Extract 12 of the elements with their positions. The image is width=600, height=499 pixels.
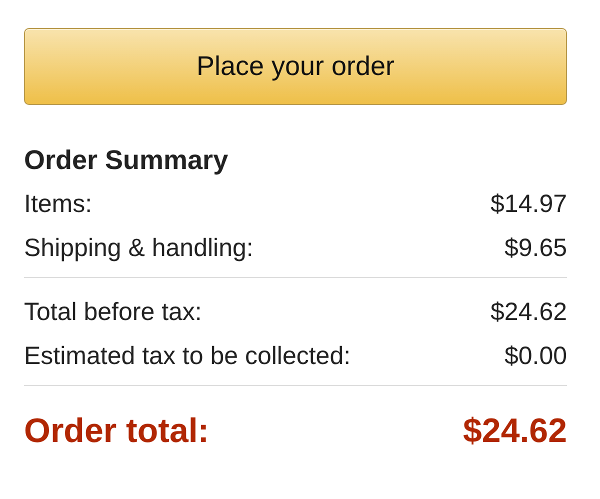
- line-amount: $9.65: [504, 234, 567, 263]
- line-amount: $0.00: [504, 342, 567, 371]
- line-amount: $24.62: [490, 298, 567, 327]
- line-label: Total before tax:: [24, 298, 202, 327]
- line-label: Shipping & handling:: [24, 234, 254, 263]
- summary-title: Order Summary: [24, 145, 230, 176]
- place-order-button[interactable]: Place your order: [24, 28, 567, 105]
- total-label: Order total:: [24, 412, 210, 451]
- line-label: Items:: [24, 190, 92, 219]
- total-amount: $24.62: [463, 412, 567, 451]
- line-amount: $14.97: [490, 190, 567, 219]
- line-label: Estimated tax to be collected:: [24, 342, 351, 371]
